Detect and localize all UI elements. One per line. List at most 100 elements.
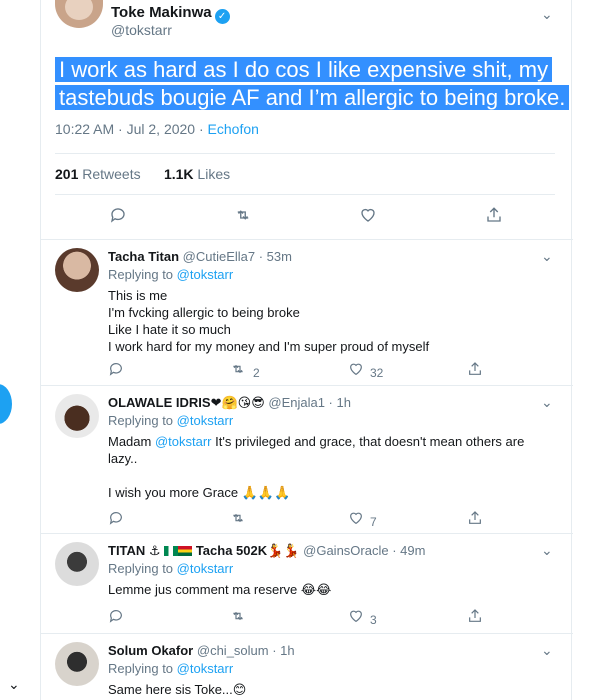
- share-icon[interactable]: [467, 608, 483, 627]
- compose-fab-button[interactable]: [0, 384, 12, 424]
- like-count: 7: [370, 515, 377, 529]
- name-emoji: ❤🤗😘😎: [210, 395, 265, 410]
- reply-author-name-tail: Tacha 502K💃💃: [192, 543, 300, 558]
- likes-label: Likes: [197, 166, 231, 182]
- like-button[interactable]: 3: [348, 608, 377, 627]
- likes-stat[interactable]: 1.1K Likes: [164, 166, 230, 182]
- reply-author-handle[interactable]: @chi_solum · 1h: [197, 643, 295, 658]
- reply-author-name[interactable]: TITAN: [108, 543, 145, 558]
- verified-badge-icon: ✓: [214, 9, 230, 24]
- reply-text-line: Like I hate it so much: [108, 322, 231, 337]
- like-button[interactable]: 7: [348, 510, 377, 529]
- reply-author-name[interactable]: Tacha Titan: [108, 249, 179, 264]
- source-link[interactable]: Echofon: [208, 121, 259, 137]
- chevron-down-icon[interactable]: ⌄: [541, 248, 553, 265]
- chevron-down-icon[interactable]: ⌄: [541, 642, 553, 659]
- avatar[interactable]: [55, 642, 99, 686]
- share-icon[interactable]: [467, 510, 483, 529]
- chevron-down-icon[interactable]: ⌄: [8, 676, 20, 693]
- tweet-text: I work as hard as I do cos I like expens…: [55, 56, 570, 112]
- reply-text: Same here sis Toke...😊: [108, 681, 246, 698]
- replying-label: Replying to: [108, 267, 177, 282]
- reply-header: TITAN ⚓ Tacha 502K💃💃 @GainsOracle · 49m: [108, 543, 425, 559]
- reply-tweet[interactable]: Tacha Titan @CutieElla7 · 53m ⌄ Replying…: [41, 240, 573, 386]
- reply-author-handle[interactable]: @GainsOracle · 49m: [303, 543, 425, 558]
- share-icon[interactable]: [485, 206, 503, 229]
- reply-text: This is me I'm fvcking allergic to being…: [108, 287, 429, 355]
- replying-to: Replying to @tokstarr: [108, 413, 233, 428]
- heart-icon[interactable]: [359, 206, 377, 229]
- reply-tweet[interactable]: OLAWALE IDRIS❤🤗😘😎 @Enjala1 · 1h ⌄ Replyi…: [41, 386, 573, 534]
- replying-label: Replying to: [108, 661, 177, 676]
- author-name[interactable]: Toke Makinwa: [111, 4, 212, 21]
- chevron-down-icon[interactable]: ⌄: [541, 542, 553, 559]
- heart-icon: [350, 610, 362, 623]
- mention-link[interactable]: @tokstarr: [155, 434, 212, 449]
- retweets-count: 201: [55, 166, 79, 182]
- tweet-meta: 10:22 AM · Jul 2, 2020 · Echofon: [55, 121, 259, 137]
- reply-text-line: Lemme jus comment ma reserve 😂😂: [108, 582, 332, 597]
- avatar[interactable]: [55, 394, 99, 438]
- author-name-row: Toke Makinwa ✓: [111, 4, 230, 24]
- heart-icon: [350, 363, 362, 376]
- avatar[interactable]: [55, 0, 103, 28]
- reply-text-line: I wish you more Grace 🙏🙏🙏: [108, 485, 291, 500]
- avatar[interactable]: [55, 248, 99, 292]
- retweet-icon[interactable]: [229, 608, 247, 627]
- heart-icon: [350, 512, 362, 525]
- replying-to-link[interactable]: @tokstarr: [177, 267, 234, 282]
- retweets-label: Retweets: [82, 166, 141, 182]
- reply-header: Solum Okafor @chi_solum · 1h: [108, 643, 295, 658]
- tweet-stats: 201 Retweets 1.1K Likes: [55, 166, 230, 182]
- share-icon[interactable]: [467, 361, 483, 380]
- reply-text-line: I work hard for my money and I'm super p…: [108, 339, 430, 354]
- reply-text-fragment: It's privileged and grace, that doesn't …: [211, 434, 525, 449]
- chevron-down-icon[interactable]: ⌄: [541, 394, 553, 411]
- reply-text: Madam @tokstarr It's privileged and grac…: [108, 433, 558, 501]
- replying-to-link[interactable]: @tokstarr: [177, 561, 234, 576]
- divider: [55, 153, 555, 154]
- reply-tweet[interactable]: Solum Okafor @chi_solum · 1h ⌄ Replying …: [41, 634, 573, 700]
- replying-to: Replying to @tokstarr: [108, 561, 233, 576]
- reply-icon[interactable]: [108, 608, 124, 627]
- ghana-flag-icon: [178, 546, 193, 556]
- retweet-icon: [233, 364, 243, 374]
- reply-text-line: This is me: [108, 288, 168, 303]
- chevron-down-icon[interactable]: ⌄: [541, 6, 553, 23]
- timestamp[interactable]: 10:22 AM · Jul 2, 2020 ·: [55, 121, 208, 137]
- main-tweet: Toke Makinwa ✓ @tokstarr ⌄ I work as hard…: [41, 0, 573, 240]
- like-button[interactable]: 32: [348, 361, 383, 380]
- likes-count: 1.1K: [163, 166, 194, 182]
- reply-text-line: Madam @tokstarr It's privileged and grac…: [108, 433, 558, 450]
- reply-author-handle[interactable]: @CutieElla7 · 53m: [183, 249, 292, 264]
- retweet-icon[interactable]: [233, 206, 253, 229]
- replying-label: Replying to: [108, 413, 177, 428]
- tweet-text-line-1: I work as hard as I do cos I like expens…: [55, 57, 553, 82]
- reply-author-handle[interactable]: @Enjala1 · 1h: [268, 395, 351, 410]
- retweet-icon[interactable]: [229, 510, 247, 529]
- reply-tweet[interactable]: TITAN ⚓ Tacha 502K💃💃 @GainsOracle · 49m …: [41, 534, 573, 634]
- reply-header: Tacha Titan @CutieElla7 · 53m: [108, 249, 292, 264]
- nigeria-flag-icon: [164, 546, 179, 556]
- replying-label: Replying to: [108, 561, 177, 576]
- reply-author-name[interactable]: Solum Okafor: [108, 643, 193, 658]
- reply-icon[interactable]: [108, 510, 124, 529]
- timeline-column: Toke Makinwa ✓ @tokstarr ⌄ I work as hard…: [40, 0, 573, 700]
- replying-to: Replying to @tokstarr: [108, 661, 233, 676]
- reply-text-fragment: Madam: [108, 434, 155, 449]
- replying-to-link[interactable]: @tokstarr: [177, 413, 234, 428]
- avatar[interactable]: [55, 542, 99, 586]
- reply-text-line: I'm fvcking allergic to being broke: [108, 305, 300, 320]
- reply-icon[interactable]: [108, 361, 124, 380]
- retweet-button[interactable]: 2: [229, 361, 260, 380]
- replying-to-link[interactable]: @tokstarr: [177, 661, 234, 676]
- replying-to: Replying to @tokstarr: [108, 267, 233, 282]
- author-handle[interactable]: @tokstarr: [111, 22, 172, 38]
- tweet-text-line-2: tastebuds bougie AF and I’m allergic to …: [55, 85, 570, 110]
- retweet-count: 2: [253, 366, 260, 380]
- reply-icon[interactable]: [109, 206, 127, 229]
- reply-author-name[interactable]: OLAWALE IDRIS: [108, 395, 211, 410]
- reply-text-line: Same here sis Toke...😊: [108, 682, 247, 697]
- reply-text-line: lazy..: [108, 451, 138, 466]
- retweets-stat[interactable]: 201 Retweets: [55, 166, 141, 182]
